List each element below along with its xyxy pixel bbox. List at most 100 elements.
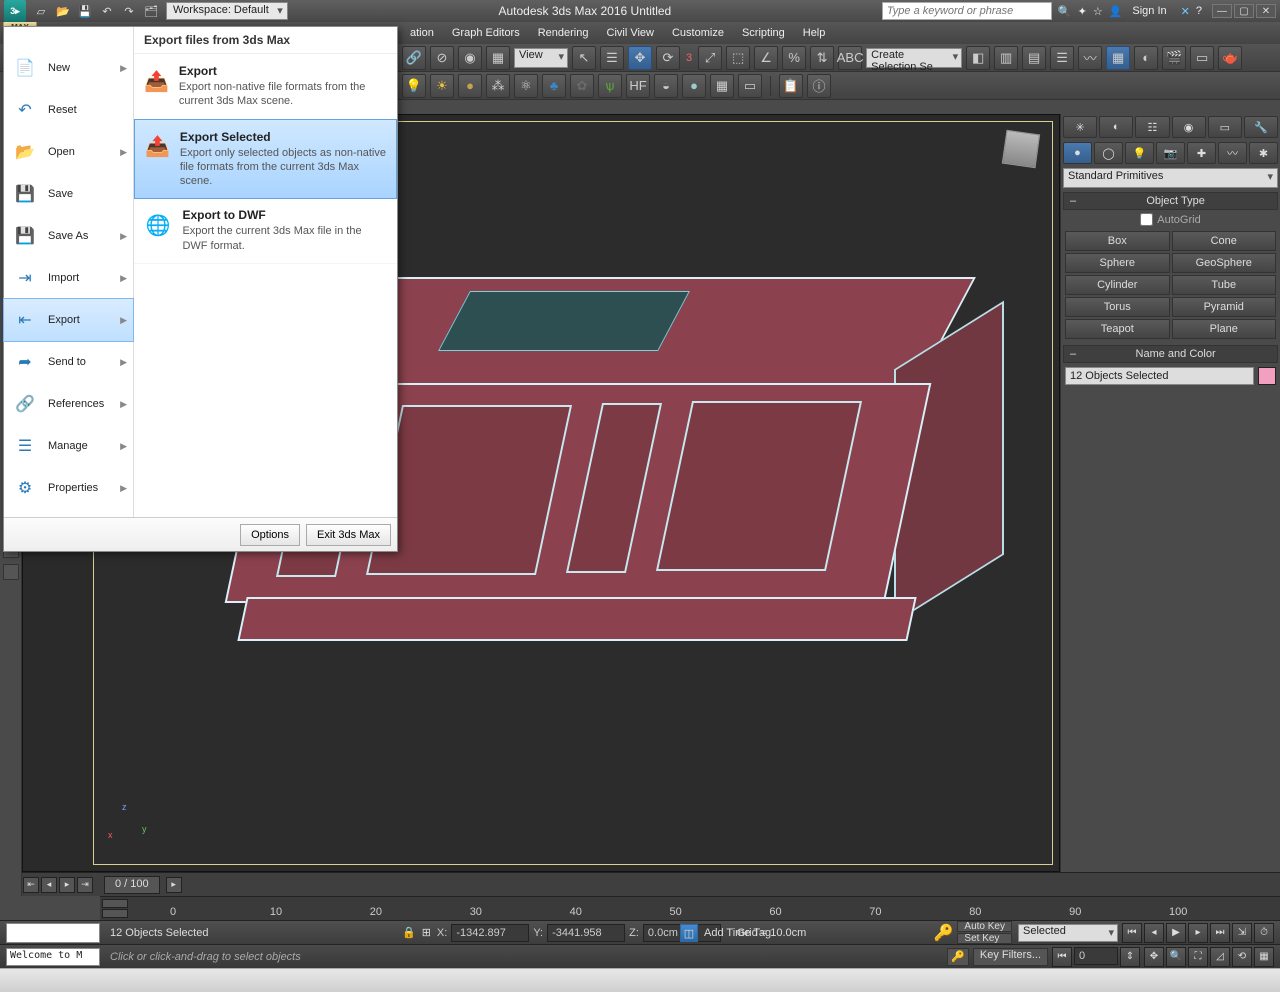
angle-snap-icon[interactable]: ∠ (754, 46, 778, 70)
user-icon[interactable]: 👤 (1109, 5, 1123, 18)
layer-manager-icon[interactable]: ☰ (1050, 46, 1074, 70)
percent-snap-icon[interactable]: % (782, 46, 806, 70)
tab-display-icon[interactable]: ▭ (1208, 116, 1242, 138)
export-option-export-to-dwf[interactable]: 🌐Export to DWFExport the current 3ds Max… (134, 198, 397, 264)
btn-pyramid[interactable]: Pyramid (1172, 297, 1277, 317)
btn-tube[interactable]: Tube (1172, 275, 1277, 295)
tab-create-icon[interactable]: ✳ (1063, 116, 1097, 138)
selection-set-dropdown[interactable]: Create Selection Se (866, 48, 962, 68)
subtab-cameras-icon[interactable]: 📷 (1156, 142, 1185, 164)
scroll-left-end-icon[interactable]: ⇤ (23, 877, 39, 893)
atom-icon[interactable]: ⚛ (514, 74, 538, 98)
subtab-lights-icon[interactable]: 💡 (1125, 142, 1154, 164)
menu-item-civil-view[interactable]: Civil View (607, 27, 654, 39)
select-move-icon[interactable]: ✥ (628, 46, 652, 70)
strip-btn-2[interactable] (3, 564, 19, 580)
exit-button[interactable]: Exit 3ds Max (306, 524, 391, 546)
open-file-icon[interactable]: 📂 (54, 2, 72, 20)
export-option-export[interactable]: 📤ExportExport non-native file formats fr… (134, 54, 397, 120)
time-slider[interactable]: 0 / 100 (104, 876, 160, 894)
key-mode-icon[interactable]: 🔑 (933, 923, 953, 943)
menu-item-scripting[interactable]: Scripting (742, 27, 785, 39)
undo-icon[interactable]: ↶ (98, 2, 116, 20)
ref-coord-dropdown[interactable]: View (514, 48, 568, 68)
tree1-icon[interactable]: ♣ (542, 74, 566, 98)
next-frame-icon[interactable]: ▸ (1188, 923, 1208, 943)
render-frame-icon[interactable]: ▭ (1190, 46, 1214, 70)
time-config-icon[interactable]: ⏱ (1254, 923, 1274, 943)
app-menu-item-manage[interactable]: ☰Manage▶ (4, 425, 133, 467)
export-option-export-selected[interactable]: 📤Export SelectedExport only selected obj… (134, 119, 397, 200)
btn-box[interactable]: Box (1065, 231, 1170, 251)
app-menu-item-properties[interactable]: ⚙Properties▶ (4, 467, 133, 509)
autogrid-checkbox[interactable] (1140, 213, 1153, 226)
play-icon[interactable]: ▶ (1166, 923, 1186, 943)
btn-teapot[interactable]: Teapot (1065, 319, 1170, 339)
search-go-icon[interactable]: 🔍 (1058, 5, 1072, 18)
btn-torus[interactable]: Torus (1065, 297, 1170, 317)
tab-hierarchy-icon[interactable]: ☷ (1135, 116, 1169, 138)
time-tag-control[interactable]: ◫ Add Time Tag (680, 924, 771, 942)
scroll-right-icon[interactable]: ▸ (59, 877, 75, 893)
lock-selection-icon[interactable]: 🔒 (402, 926, 416, 939)
btn-sphere[interactable]: Sphere (1065, 253, 1170, 273)
maximize-viewport-icon[interactable]: ▦ (1254, 947, 1274, 967)
save-file-icon[interactable]: 💾 (76, 2, 94, 20)
x-coord-field[interactable] (451, 924, 529, 942)
menu-item-graph-editors[interactable]: Graph Editors (452, 27, 520, 39)
subtab-helpers-icon[interactable]: ✚ (1187, 142, 1216, 164)
light-icon[interactable]: 💡 (402, 74, 426, 98)
trackbar-toggle-icon[interactable] (102, 899, 128, 908)
stone-icon[interactable]: ◒ (654, 74, 678, 98)
btn-cone[interactable]: Cone (1172, 231, 1277, 251)
select-name-icon[interactable]: ☰ (600, 46, 624, 70)
layers-icon[interactable]: ▤ (1022, 46, 1046, 70)
restore-button[interactable]: ▢ (1234, 4, 1254, 18)
info-icon[interactable]: ⓘ (807, 74, 831, 98)
trackbar-keys-icon[interactable] (102, 909, 128, 918)
color-swatch[interactable] (1258, 367, 1276, 385)
subtab-shapes-icon[interactable]: ◯ (1094, 142, 1123, 164)
app-menu-item-reset[interactable]: ↶Reset (4, 89, 133, 131)
scroll-right-end-icon[interactable]: ⇥ (77, 877, 93, 893)
prev-key-icon[interactable]: ⏮ (1052, 947, 1072, 967)
menu-item-rendering[interactable]: Rendering (538, 27, 589, 39)
btn-plane[interactable]: Plane (1172, 319, 1277, 339)
app-menu-item-import[interactable]: ⇥Import▶ (4, 257, 133, 299)
select-object-icon[interactable]: ↖ (572, 46, 596, 70)
unlink-icon[interactable]: ⊘ (430, 46, 454, 70)
setkey-button[interactable]: Set Key (957, 933, 1012, 944)
btn-cylinder[interactable]: Cylinder (1065, 275, 1170, 295)
goto-end-icon[interactable]: ⏭ (1210, 923, 1230, 943)
exchange-icon[interactable]: ✕ (1181, 5, 1190, 18)
tab-motion-icon[interactable]: ◉ (1172, 116, 1206, 138)
new-file-icon[interactable]: ▱ (32, 2, 50, 20)
workspace-selector[interactable]: Workspace: Default (166, 2, 288, 20)
sign-in-link[interactable]: Sign In (1132, 5, 1166, 17)
named-sel-icon[interactable]: ABC (838, 46, 862, 70)
grass-icon[interactable]: ѱ (598, 74, 622, 98)
sphere-gold-icon[interactable]: ● (458, 74, 482, 98)
render-icon[interactable]: 🫖 (1218, 46, 1242, 70)
menu-item-animation[interactable]: ation (410, 27, 434, 39)
current-frame-field[interactable] (1074, 947, 1118, 965)
tab-modify-icon[interactable]: ◐ (1099, 116, 1133, 138)
subscription-icon[interactable]: ✦ (1078, 5, 1087, 18)
orbit-icon[interactable]: ⟲ (1232, 947, 1252, 967)
viewcube-icon[interactable] (1002, 130, 1040, 168)
render-region-icon[interactable]: ▭ (738, 74, 762, 98)
zoom-ext-icon[interactable]: ⛶ (1188, 947, 1208, 967)
setkey-large-icon[interactable]: 🔑 (947, 948, 969, 966)
snap-toggle-icon[interactable]: ⬚ (726, 46, 750, 70)
tree2-icon[interactable]: ✿ (570, 74, 594, 98)
fov-icon[interactable]: ◿ (1210, 947, 1230, 967)
options-button[interactable]: Options (240, 524, 300, 546)
render-setup-icon[interactable]: 🎬 (1162, 46, 1186, 70)
subtab-geometry-icon[interactable]: ● (1063, 142, 1092, 164)
scale-icon[interactable]: ⤢ (698, 46, 722, 70)
zoom-icon[interactable]: 🔍 (1166, 947, 1186, 967)
subtab-spacewarps-icon[interactable]: 〰 (1218, 142, 1247, 164)
hf-icon[interactable]: HF (626, 74, 650, 98)
rollout-object-type[interactable]: –Object Type (1063, 192, 1278, 210)
particles-icon[interactable]: ⁂ (486, 74, 510, 98)
